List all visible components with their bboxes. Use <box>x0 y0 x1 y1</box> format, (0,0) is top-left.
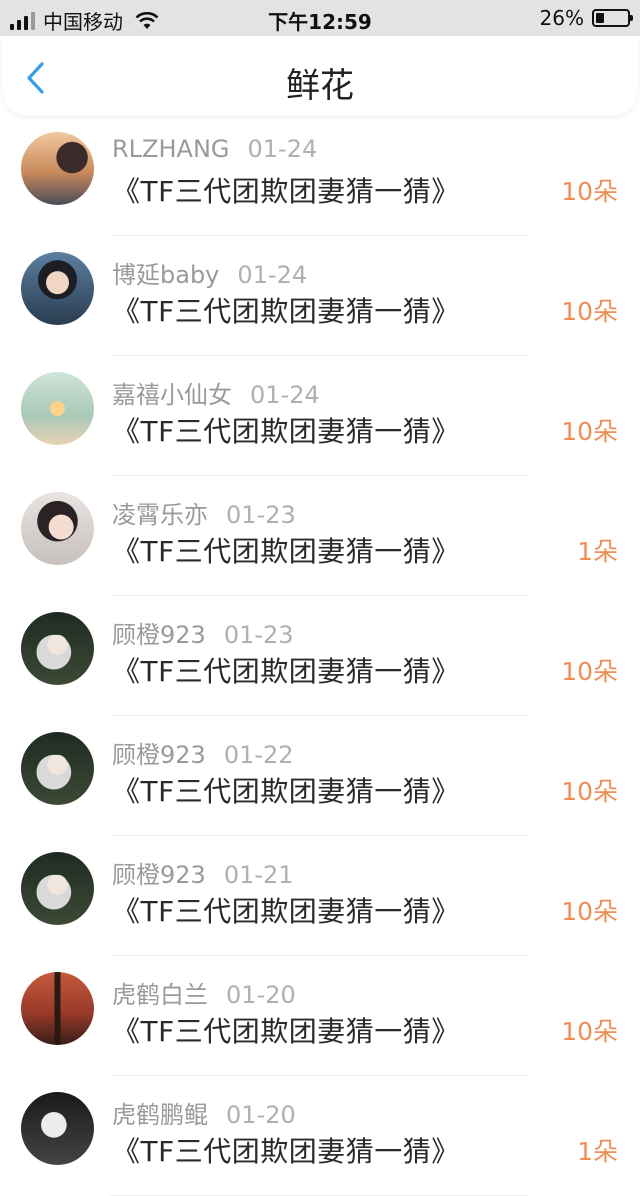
avatar[interactable] <box>21 492 94 565</box>
work-title[interactable]: 《TF三代团欺团妻猜一猜》 <box>112 770 460 810</box>
flower-count: 10朵 <box>561 177 618 206</box>
flower-count: 10朵 <box>561 417 618 446</box>
avatar[interactable] <box>21 972 94 1045</box>
username[interactable]: 顾橙923 <box>112 741 206 769</box>
flower-count: 10朵 <box>561 777 618 806</box>
page-title: 鲜花 <box>286 66 354 106</box>
flower-count: 10朵 <box>561 897 618 926</box>
item-meta: 凌霄乐亦 01-23 <box>112 495 296 530</box>
work-title[interactable]: 《TF三代团欺团妻猜一猜》 <box>112 170 460 210</box>
date: 01-22 <box>223 741 294 769</box>
avatar[interactable] <box>21 132 94 205</box>
date: 01-21 <box>223 861 294 889</box>
list-item[interactable]: 凌霄乐亦 01-23 《TF三代团欺团妻猜一猜》 1朵 <box>0 476 640 596</box>
list-item[interactable]: 虎鹤白兰 01-20 《TF三代团欺团妻猜一猜》 10朵 <box>0 956 640 1076</box>
flower-count: 10朵 <box>561 297 618 326</box>
avatar[interactable] <box>21 372 94 445</box>
username[interactable]: 虎鹤鹏鲲 <box>112 1101 208 1129</box>
item-meta: 顾橙923 01-21 <box>112 855 294 890</box>
flower-count: 1朵 <box>577 537 618 566</box>
date: 01-23 <box>223 621 294 649</box>
date: 01-24 <box>237 261 308 289</box>
avatar[interactable] <box>21 1092 94 1165</box>
work-title[interactable]: 《TF三代团欺团妻猜一猜》 <box>112 410 460 450</box>
username[interactable]: 顾橙923 <box>112 621 206 649</box>
avatar[interactable] <box>21 612 94 685</box>
item-meta: 顾橙923 01-23 <box>112 615 294 650</box>
avatar[interactable] <box>21 852 94 925</box>
item-meta: 虎鹤鹏鲲 01-20 <box>112 1095 296 1130</box>
flower-count: 1朵 <box>577 1137 618 1166</box>
date: 01-20 <box>226 1101 296 1129</box>
date: 01-23 <box>226 501 296 529</box>
work-title[interactable]: 《TF三代团欺团妻猜一猜》 <box>112 290 460 330</box>
work-title[interactable]: 《TF三代团欺团妻猜一猜》 <box>112 1010 460 1050</box>
avatar[interactable] <box>21 732 94 805</box>
username[interactable]: 嘉禧小仙女 <box>112 381 232 409</box>
list-item[interactable]: 顾橙923 01-22 《TF三代团欺团妻猜一猜》 10朵 <box>0 716 640 836</box>
navigation-bar: 鲜花 <box>2 36 638 116</box>
username[interactable]: RLZHANG <box>112 135 230 163</box>
list-item[interactable]: 顾橙923 01-23 《TF三代团欺团妻猜一猜》 10朵 <box>0 596 640 716</box>
list-item[interactable]: 博延baby 01-24 《TF三代团欺团妻猜一猜》 10朵 <box>0 236 640 356</box>
work-title[interactable]: 《TF三代团欺团妻猜一猜》 <box>112 650 460 690</box>
list-item[interactable]: RLZHANG 01-24 《TF三代团欺团妻猜一猜》 10朵 <box>0 116 640 236</box>
battery-level <box>596 13 604 23</box>
flower-count: 10朵 <box>561 657 618 686</box>
item-meta: 博延baby 01-24 <box>112 255 307 290</box>
avatar[interactable] <box>21 252 94 325</box>
status-bar: 中国移动 下午12:59 26% <box>0 0 640 36</box>
work-title[interactable]: 《TF三代团欺团妻猜一猜》 <box>112 530 460 570</box>
status-right: 26% <box>539 6 633 30</box>
date: 01-24 <box>250 381 320 409</box>
gift-list: RLZHANG 01-24 《TF三代团欺团妻猜一猜》 10朵 博延baby 01-… <box>0 116 640 1196</box>
work-title[interactable]: 《TF三代团欺团妻猜一猜》 <box>112 1130 460 1170</box>
item-meta: 虎鹤白兰 01-20 <box>112 975 296 1010</box>
username[interactable]: 顾橙923 <box>112 861 206 889</box>
list-item[interactable]: 顾橙923 01-21 《TF三代团欺团妻猜一猜》 10朵 <box>0 836 640 956</box>
work-title[interactable]: 《TF三代团欺团妻猜一猜》 <box>112 890 460 930</box>
item-meta: 顾橙923 01-22 <box>112 735 294 770</box>
username[interactable]: 虎鹤白兰 <box>112 981 208 1009</box>
battery-percent: 26% <box>539 6 584 30</box>
date: 01-24 <box>247 135 318 163</box>
item-meta: 嘉禧小仙女 01-24 <box>112 375 320 410</box>
username[interactable]: 凌霄乐亦 <box>112 501 208 529</box>
username[interactable]: 博延baby <box>112 261 219 289</box>
list-item[interactable]: 嘉禧小仙女 01-24 《TF三代团欺团妻猜一猜》 10朵 <box>0 356 640 476</box>
item-meta: RLZHANG 01-24 <box>112 135 317 163</box>
battery-icon <box>592 9 633 27</box>
flower-count: 10朵 <box>561 1017 618 1046</box>
date: 01-20 <box>226 981 296 1009</box>
list-item[interactable]: 虎鹤鹏鲲 01-20 《TF三代团欺团妻猜一猜》 1朵 <box>0 1076 640 1196</box>
